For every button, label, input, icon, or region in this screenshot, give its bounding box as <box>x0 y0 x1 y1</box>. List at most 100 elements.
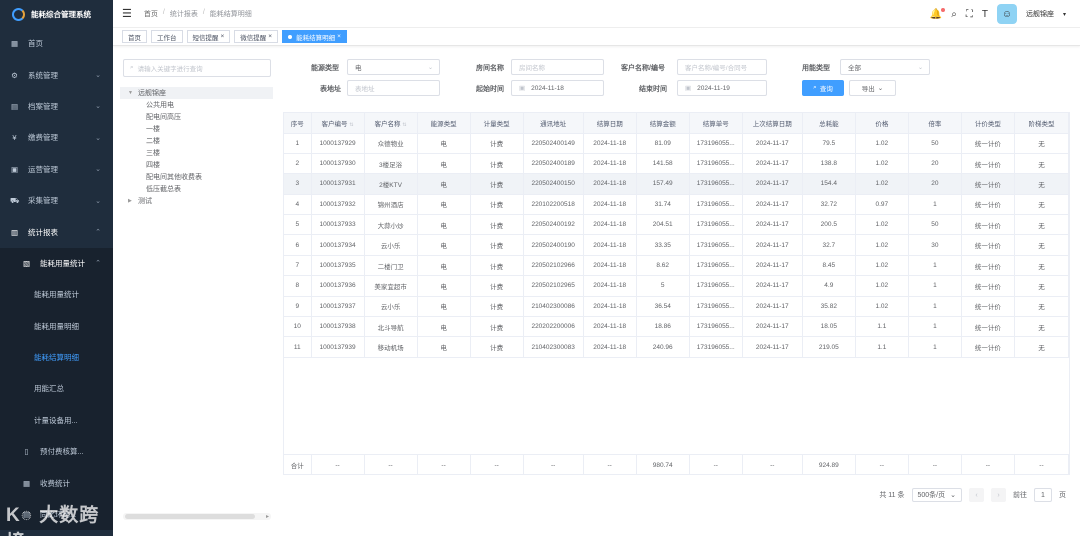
summary-cell: -- <box>961 455 1015 476</box>
hamburger-icon[interactable]: ☰ <box>122 7 132 20</box>
sidebar-item-payment[interactable]: ¥ 缴费管理 ⌄ <box>0 122 113 153</box>
table-row[interactable]: 2 1000137930 3楼足浴电计费 220502400189 2024-11-18… <box>284 153 1070 175</box>
user-name[interactable]: 远舰锦座 <box>1026 9 1054 19</box>
fullscreen-icon[interactable]: ⛶ <box>966 9 973 20</box>
bell-icon[interactable]: 🔔 <box>930 7 946 20</box>
tree-node[interactable]: 一楼 <box>120 123 273 135</box>
prev-page-button[interactable]: ‹ <box>969 488 984 502</box>
sidebar-leaf-settle-detail[interactable]: 能耗结算明细 <box>0 342 113 373</box>
chevron-down-icon[interactable]: ▾ <box>1063 11 1066 18</box>
tree-node[interactable]: 配电间高压 <box>120 111 273 123</box>
usage-type-select[interactable]: 全部 ⌄ <box>840 59 930 75</box>
table-row[interactable]: 8 1000137936 美家宜超市电计费 220502102965 2024-11-1… <box>284 275 1070 297</box>
table-cell: 2024-11-17 <box>742 214 803 236</box>
tree-node-test[interactable]: ▶ 测试 <box>120 195 273 207</box>
tab-home[interactable]: 首页 <box>122 30 147 43</box>
tree-node[interactable]: 配电间其他收费表 <box>120 171 273 183</box>
table-cell: 20 <box>908 153 962 175</box>
watermark-logo: K◌ <box>6 505 40 526</box>
tree-node[interactable]: 低压截总表 <box>120 183 273 195</box>
tree-node[interactable]: 三楼 <box>120 147 273 159</box>
tree-node[interactable]: 四楼 <box>120 159 273 171</box>
sidebar-leaf-usage-detail[interactable]: 能耗用量明细 <box>0 311 113 342</box>
room-label: 房间名称 <box>476 65 504 72</box>
end-date-picker[interactable]: ▣ 2024-11-19 <box>677 80 767 96</box>
table-cell: 1.02 <box>855 234 909 256</box>
font-size-icon[interactable]: T <box>982 9 988 20</box>
breadcrumb-home[interactable]: 首页 <box>144 9 158 19</box>
table-cell: 173196055... <box>689 275 743 297</box>
table-cell: 2024-11-18 <box>583 234 637 256</box>
scroll-thumb[interactable] <box>125 514 255 519</box>
header-tools: 🔔 ⌕ ⛶ T ☺ 远舰锦座 ▾ <box>930 4 1066 24</box>
tree-search-input[interactable]: ⌕ 请输入关键字进行查询 <box>123 59 271 77</box>
sidebar-item-collect[interactable]: ⛟ 采集管理 ⌄ <box>0 185 113 216</box>
sidebar-item-system[interactable]: ⚙ 系统管理 ⌄ <box>0 59 113 90</box>
sidebar-item-home[interactable]: ▦ 首页 <box>0 28 113 59</box>
caret-right-icon[interactable]: ▶ <box>128 198 138 204</box>
sidebar-leaf-summary[interactable]: 用能汇总 <box>0 373 113 404</box>
tab-wechat[interactable]: 微信提醒 × <box>234 30 279 43</box>
end-label: 结束时间 <box>639 86 667 93</box>
sort-icon[interactable]: ⇅ <box>349 122 353 128</box>
close-icon[interactable]: × <box>337 33 341 40</box>
table-cell: 2024-11-18 <box>583 316 637 338</box>
col-header-sortable[interactable]: 客户名称 ⇅ <box>364 113 418 134</box>
table-cell: 2024-11-17 <box>742 336 803 358</box>
sidebar-item-operation[interactable]: ▣ 运营管理 ⌄ <box>0 154 113 185</box>
sidebar-item-archive[interactable]: ▤ 档案管理 ⌄ <box>0 91 113 122</box>
energy-type-select[interactable]: 电 ⌄ <box>347 59 440 75</box>
meter-input[interactable]: 表地址 <box>347 80 440 96</box>
tab-workbench[interactable]: 工作台 <box>151 30 183 43</box>
col-header: 计价类型 <box>961 113 1015 134</box>
customer-input[interactable]: 客户名称/编号/合同号 <box>677 59 767 75</box>
query-button[interactable]: ⌕ 查询 <box>802 80 844 96</box>
scroll-right-icon[interactable]: ▸ <box>266 513 269 520</box>
table-cell: 计费 <box>470 336 524 358</box>
close-icon[interactable]: × <box>221 33 225 40</box>
sidebar-group-usage[interactable]: ▧ 能耗用量统计 ⌃ <box>0 248 113 279</box>
folder-icon: ▤ <box>10 101 19 111</box>
tab-settle-detail[interactable]: 能耗结算明细 × <box>282 30 347 43</box>
avatar[interactable]: ☺ <box>996 4 1017 24</box>
start-date-picker[interactable]: ▣ 2024-11-18 <box>511 80 604 96</box>
sidebar-leaf-meter[interactable]: 计量设备用... <box>0 405 113 436</box>
search-icon: ⌕ <box>813 84 817 91</box>
tree-scrollbar[interactable]: ▸ <box>123 513 271 520</box>
table-row[interactable]: 3 1000137931 2楼KTV 电计费 220502400150 2024-11-1… <box>284 173 1070 195</box>
close-icon[interactable]: × <box>268 33 272 40</box>
table-cell: 电 <box>417 214 471 236</box>
logo-icon <box>12 7 25 21</box>
table-row[interactable]: 7 1000137935 二楼门卫电计费 220502102966 2024-11-18… <box>284 255 1070 277</box>
search-icon[interactable]: ⌕ <box>951 9 957 20</box>
sidebar-item-prepaid[interactable]: ▯ 预付费核算... <box>0 436 113 467</box>
table-row[interactable]: 5 1000137933 大蒜小炒电计费 220502400192 2024-11-18… <box>284 214 1070 236</box>
tree-pane: ⌕ 请输入关键字进行查询 ▼ 远舰锦座 公共用电 配电间高压 一楼 二楼 三楼 四楼… <box>120 56 273 524</box>
table-cell: 电 <box>417 194 471 216</box>
tree-node-root[interactable]: ▼ 远舰锦座 <box>120 87 273 99</box>
sidebar-item-report[interactable]: ▥ 统计报表 ⌃ <box>0 216 113 247</box>
chevron-down-icon: ⌄ <box>95 197 101 205</box>
table-row[interactable]: 11 1000137939 移动机场电计费 210402300083 2024-11-1… <box>284 336 1070 358</box>
next-page-button[interactable]: › <box>991 488 1006 502</box>
table-row[interactable]: 9 1000137937 云小乐电计费 210402300086 2024-11-18 3… <box>284 296 1070 318</box>
col-header-sortable[interactable]: 客户编号 ⇅ <box>311 113 365 134</box>
sidebar-leaf-usage-stat[interactable]: 能耗用量统计 <box>0 279 113 310</box>
page-number-input[interactable]: 1 <box>1034 488 1052 502</box>
app-title: 能耗综合管理系统 <box>31 9 91 19</box>
sidebar-item-charge[interactable]: ▦ 收费统计 <box>0 467 113 498</box>
tree-node[interactable]: 二楼 <box>120 135 273 147</box>
table-row[interactable]: 10 1000137938 北斗导航电计费 220202200006 2024-11-1… <box>284 316 1070 338</box>
caret-down-icon[interactable]: ▼ <box>128 90 138 96</box>
table-cell: 32.72 <box>802 194 856 216</box>
table-row[interactable]: 4 1000137932 锦州酒店电计费 220102200518 2024-11-18… <box>284 194 1070 216</box>
table-row[interactable]: 6 1000137934 云小乐电计费 220502400190 2024-11-18 3… <box>284 234 1070 256</box>
page-size-select[interactable]: 500条/页 ⌄ <box>911 488 962 502</box>
export-button[interactable]: 导出 ⌄ <box>849 80 896 96</box>
room-input[interactable]: 房间名称 <box>511 59 604 75</box>
table-row[interactable]: 1 1000137929 众德物业电计费 220502400149 2024-11-18… <box>284 133 1070 154</box>
tree-node[interactable]: 公共用电 <box>120 99 273 111</box>
tab-sms[interactable]: 短信提醒 × <box>186 30 231 43</box>
sort-icon[interactable]: ⇅ <box>402 122 406 128</box>
table-cell: 统一计价 <box>961 255 1015 277</box>
